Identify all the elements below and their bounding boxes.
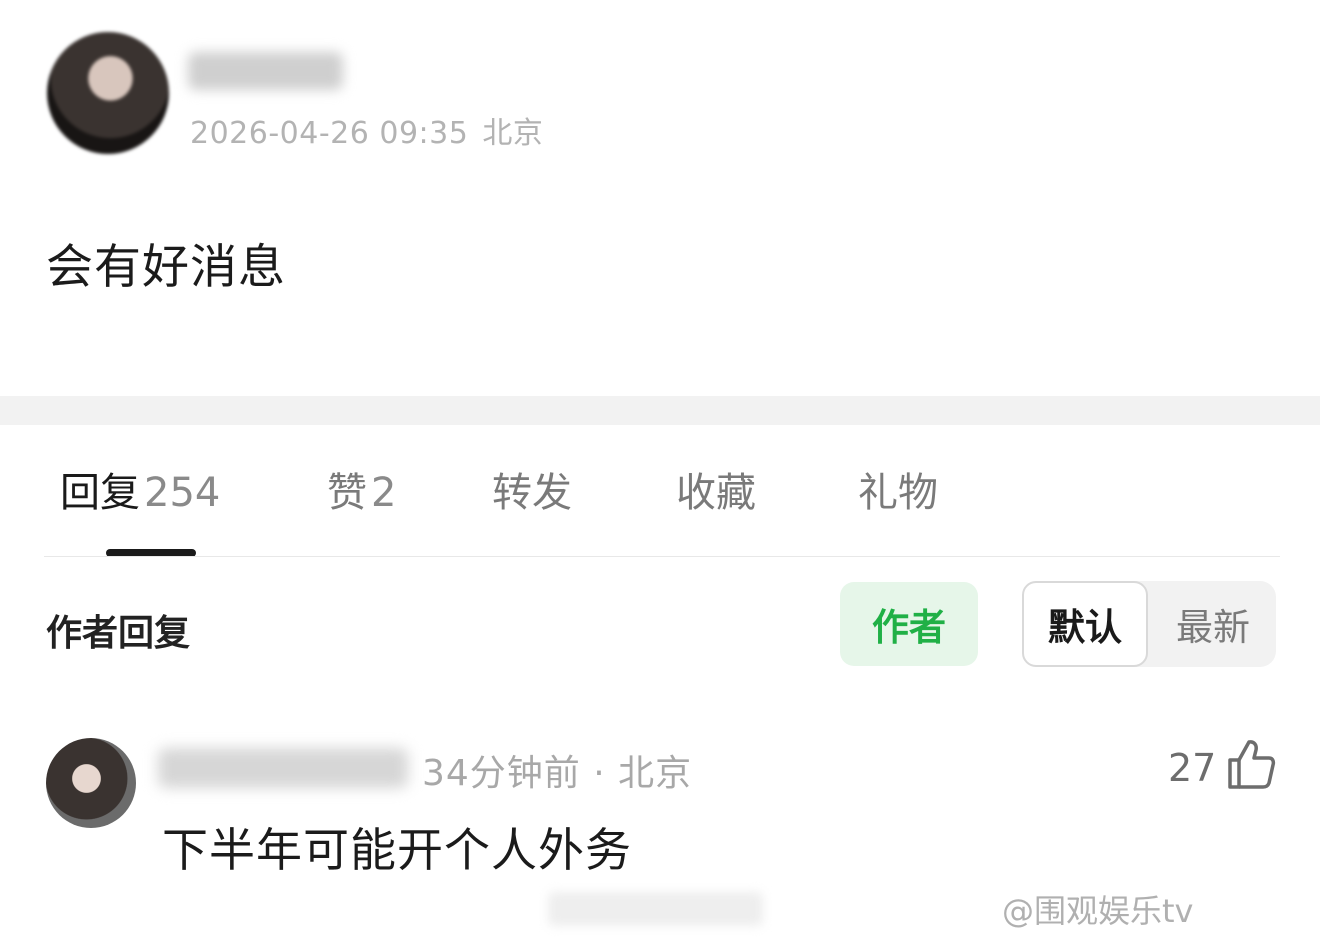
watermark: @围观娱乐tv — [1002, 892, 1194, 930]
tabs-divider — [44, 556, 1280, 557]
reply-avatar[interactable] — [46, 738, 136, 828]
tab-favorites[interactable]: 收藏 — [676, 460, 756, 518]
post-timestamp: 2026-04-26 09:35 — [190, 116, 469, 151]
tab-likes[interactable]: 赞2 — [327, 460, 396, 518]
sort-toggle: 默认 最新 — [1022, 581, 1276, 667]
reply-author-name-blurred[interactable] — [158, 748, 408, 788]
tab-replies[interactable]: 回复 254 — [60, 460, 220, 518]
blurred-footer-text — [548, 892, 763, 926]
tab-reposts-label: 转发 — [492, 470, 572, 516]
reply-meta: 34分钟前 · 北京 — [422, 753, 693, 794]
post-content: 会有好消息 — [46, 240, 286, 295]
tab-gifts-label: 礼物 — [858, 470, 938, 516]
sort-default-button[interactable]: 默认 — [1022, 581, 1148, 667]
thumbs-up-icon[interactable] — [1226, 738, 1276, 790]
reply-item: 34分钟前 · 北京 27 下半年可能开个人外务 — [46, 736, 1286, 886]
reply-like-count: 27 — [1168, 746, 1217, 790]
author-name-blurred[interactable] — [188, 52, 343, 90]
author-replies-label: 作者回复 — [46, 613, 191, 654]
author-avatar[interactable] — [47, 32, 169, 154]
tab-likes-label: 赞 — [327, 470, 367, 516]
tab-reposts[interactable]: 转发 — [492, 460, 572, 518]
post-location: 北京 — [482, 116, 544, 151]
tab-replies-count: 254 — [144, 470, 221, 516]
reply-content: 下半年可能开个人外务 — [162, 823, 632, 877]
tab-likes-count: 2 — [371, 470, 397, 516]
tab-replies-label: 回复 — [60, 470, 140, 516]
author-filter-chip[interactable]: 作者 — [840, 582, 978, 666]
section-divider — [0, 396, 1320, 425]
tab-favorites-label: 收藏 — [676, 470, 756, 516]
post-header: 2026-04-26 09:35 北京 — [47, 32, 747, 157]
post-meta: 2026-04-26 09:35 北京 — [190, 108, 543, 152]
tab-bar: 回复 254 赞2 转发 收藏 礼物 — [0, 460, 1320, 530]
tab-gifts[interactable]: 礼物 — [858, 460, 938, 518]
sort-latest-button[interactable]: 最新 — [1150, 581, 1276, 667]
